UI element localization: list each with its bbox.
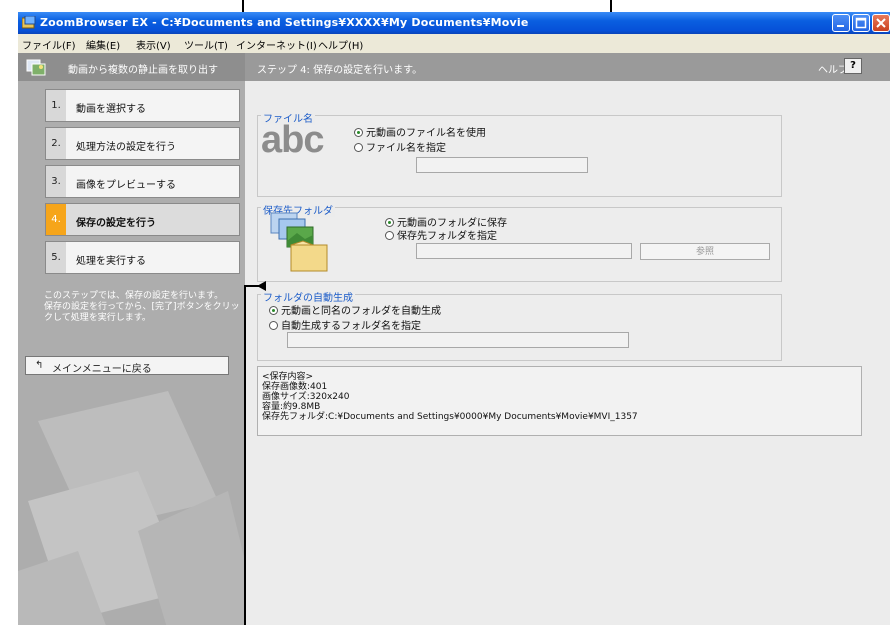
background-watermark-graphic <box>18 391 245 625</box>
radio-specify-file-name[interactable]: ファイル名を指定 <box>354 139 446 154</box>
step-label: 処理を実行する <box>76 256 146 267</box>
radio-label: 元動画のファイル名を使用 <box>366 128 486 139</box>
steps-sidebar: 1. 動画を選択する 2. 処理方法の設定を行う 3. 画像をプレビューする 4… <box>18 81 245 625</box>
step-number: 4. <box>46 204 66 235</box>
save-summary-box: <保存内容> 保存画像数:401 画像サイズ:320x240 容量:約9.8MB… <box>257 366 862 436</box>
step-2-processing-settings[interactable]: 2. 処理方法の設定を行う <box>45 127 240 160</box>
back-to-main-menu-button[interactable]: ↰ メインメニューに戻る <box>25 356 229 375</box>
task-title: 動画から複数の静止画を取り出す <box>68 65 218 76</box>
task-header: 動画から複数の静止画を取り出す <box>18 53 245 81</box>
step-1-select-movie[interactable]: 1. 動画を選択する <box>45 89 240 122</box>
step-label: 動画を選択する <box>76 104 146 115</box>
menu-edit[interactable]: 編集(E) <box>86 37 120 52</box>
folder-with-images-icon <box>270 212 328 272</box>
radio-button <box>385 231 394 240</box>
return-arrow-icon: ↰ <box>35 360 44 371</box>
radio-label: 自動生成するフォルダ名を指定 <box>281 321 421 332</box>
zoombrowser-app-icon <box>22 16 36 29</box>
window-title: ZoomBrowser EX - C:¥Documents and Settin… <box>40 16 529 29</box>
step-number: 1. <box>46 90 66 121</box>
callout-line-auto-folder <box>244 285 246 625</box>
step-number: 2. <box>46 128 66 159</box>
step-label: 画像をプレビューする <box>76 180 176 191</box>
radio-button-selected <box>385 218 394 227</box>
radio-specify-save-folder[interactable]: 保存先フォルダを指定 <box>385 227 497 242</box>
minimize-icon <box>837 25 844 27</box>
radio-label: 元動画と同名のフォルダを自動生成 <box>281 306 441 317</box>
close-button[interactable] <box>872 14 890 32</box>
radio-label: 保存先フォルダを指定 <box>397 231 497 242</box>
menu-file[interactable]: ファイル(F) <box>22 37 76 52</box>
app-window: ZoomBrowser EX - C:¥Documents and Settin… <box>18 12 890 625</box>
close-icon <box>876 18 886 28</box>
step-description-line: 保存の設定を行ってから、[完了]ボタンをクリックして処理を実行します。 <box>44 302 240 323</box>
menu-help[interactable]: ヘルプ(H) <box>318 37 363 52</box>
movie-to-stills-icon <box>26 59 46 76</box>
help-button[interactable]: ? <box>844 58 862 74</box>
radio-button <box>354 143 363 152</box>
step-number: 5. <box>46 242 66 273</box>
settings-panel: ファイル名 abc 元動画のファイル名を使用 ファイル名を指定 保存先フォルダ … <box>245 81 890 625</box>
callout-arrow-auto-folder <box>257 281 266 291</box>
maximize-icon <box>855 17 867 29</box>
menu-view[interactable]: 表示(V) <box>136 37 171 52</box>
minimize-button[interactable] <box>832 14 850 32</box>
browse-button[interactable]: 参照 <box>640 243 770 260</box>
summary-save-folder: 保存先フォルダ:C:¥Documents and Settings¥0000¥M… <box>262 412 638 422</box>
maximize-button[interactable] <box>852 14 870 32</box>
save-folder-input[interactable] <box>416 243 632 259</box>
step-label: 保存の設定を行う <box>76 218 156 229</box>
step-5-execute[interactable]: 5. 処理を実行する <box>45 241 240 274</box>
radio-auto-create-same-name-folder[interactable]: 元動画と同名のフォルダを自動生成 <box>269 302 441 317</box>
radio-use-original-file-name[interactable]: 元動画のファイル名を使用 <box>354 124 486 139</box>
step-label: 処理方法の設定を行う <box>76 142 176 153</box>
menu-tools[interactable]: ツール(T) <box>184 37 228 52</box>
step-description: このステップでは、保存の設定を行います。 保存の設定を行ってから、[完了]ボタン… <box>44 291 240 324</box>
step-4-save-settings[interactable]: 4. 保存の設定を行う <box>45 203 240 236</box>
menu-internet[interactable]: インターネット(I) <box>236 37 317 52</box>
file-name-abc-icon: abc <box>261 119 324 161</box>
step-header: 動画から複数の静止画を取り出す ステップ 4: 保存の設定を行います。 ヘルプ … <box>18 53 890 81</box>
step-3-preview[interactable]: 3. 画像をプレビューする <box>45 165 240 198</box>
radio-label: ファイル名を指定 <box>366 143 446 154</box>
radio-button-selected <box>269 306 278 315</box>
radio-specify-auto-folder-name[interactable]: 自動生成するフォルダ名を指定 <box>269 317 421 332</box>
menu-bar: ファイル(F) 編集(E) 表示(V) ツール(T) インターネット(I) ヘル… <box>18 34 890 53</box>
file-name-input[interactable] <box>416 157 588 173</box>
radio-button <box>269 321 278 330</box>
back-to-main-menu-label: メインメニューに戻る <box>52 364 152 375</box>
step-description-line: このステップでは、保存の設定を行います。 <box>44 291 224 301</box>
title-bar[interactable]: ZoomBrowser EX - C:¥Documents and Settin… <box>18 12 890 34</box>
step-title: ステップ 4: 保存の設定を行います。 <box>257 65 423 76</box>
file-name-group <box>257 115 782 197</box>
auto-folder-name-input[interactable] <box>287 332 629 348</box>
step-number: 3. <box>46 166 66 197</box>
radio-button-selected <box>354 128 363 137</box>
